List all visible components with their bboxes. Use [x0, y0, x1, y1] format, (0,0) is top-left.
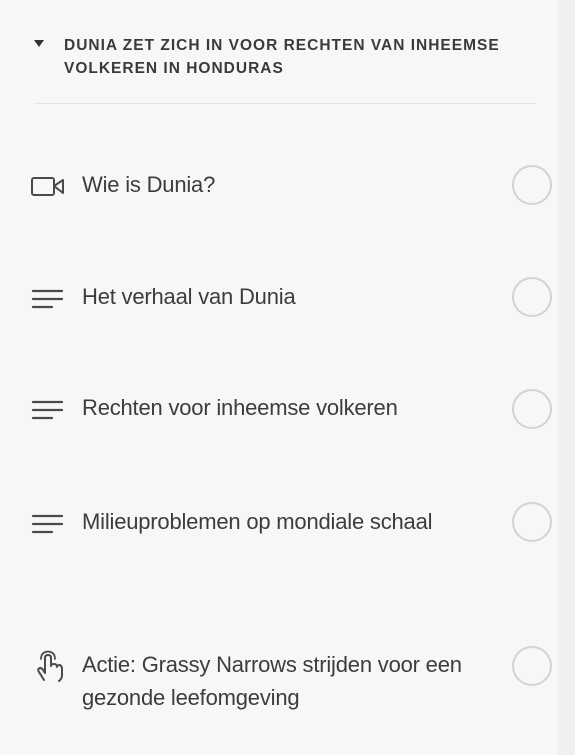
- lesson-label: Milieuproblemen op mondiale schaal: [82, 509, 433, 534]
- completion-circle[interactable]: [512, 389, 552, 429]
- video-icon: [30, 172, 72, 200]
- caret-down-icon[interactable]: [34, 40, 44, 47]
- completion-circle[interactable]: [512, 165, 552, 205]
- lesson-label: Het verhaal van Dunia: [82, 284, 296, 309]
- lesson-sidebar: DUNIA ZET ZICH IN VOOR RECHTEN VAN INHEE…: [0, 0, 558, 755]
- divider: [34, 103, 536, 104]
- hand-pointer-icon: [30, 650, 72, 682]
- completion-circle[interactable]: [512, 277, 552, 317]
- completion-circle[interactable]: [512, 502, 552, 542]
- text-lines-icon: [30, 286, 72, 314]
- completion-circle[interactable]: [512, 646, 552, 686]
- lesson-label: Actie: Grassy Narrows strijden voor een …: [82, 652, 462, 710]
- text-lines-icon: [30, 397, 72, 425]
- scroll-track[interactable]: [558, 0, 575, 755]
- lesson-label: Wie is Dunia?: [82, 172, 216, 197]
- lesson-label: Rechten voor inheemse volkeren: [82, 395, 398, 420]
- text-lines-icon: [30, 511, 72, 539]
- section-title: DUNIA ZET ZICH IN VOOR RECHTEN VAN INHEE…: [64, 37, 500, 77]
